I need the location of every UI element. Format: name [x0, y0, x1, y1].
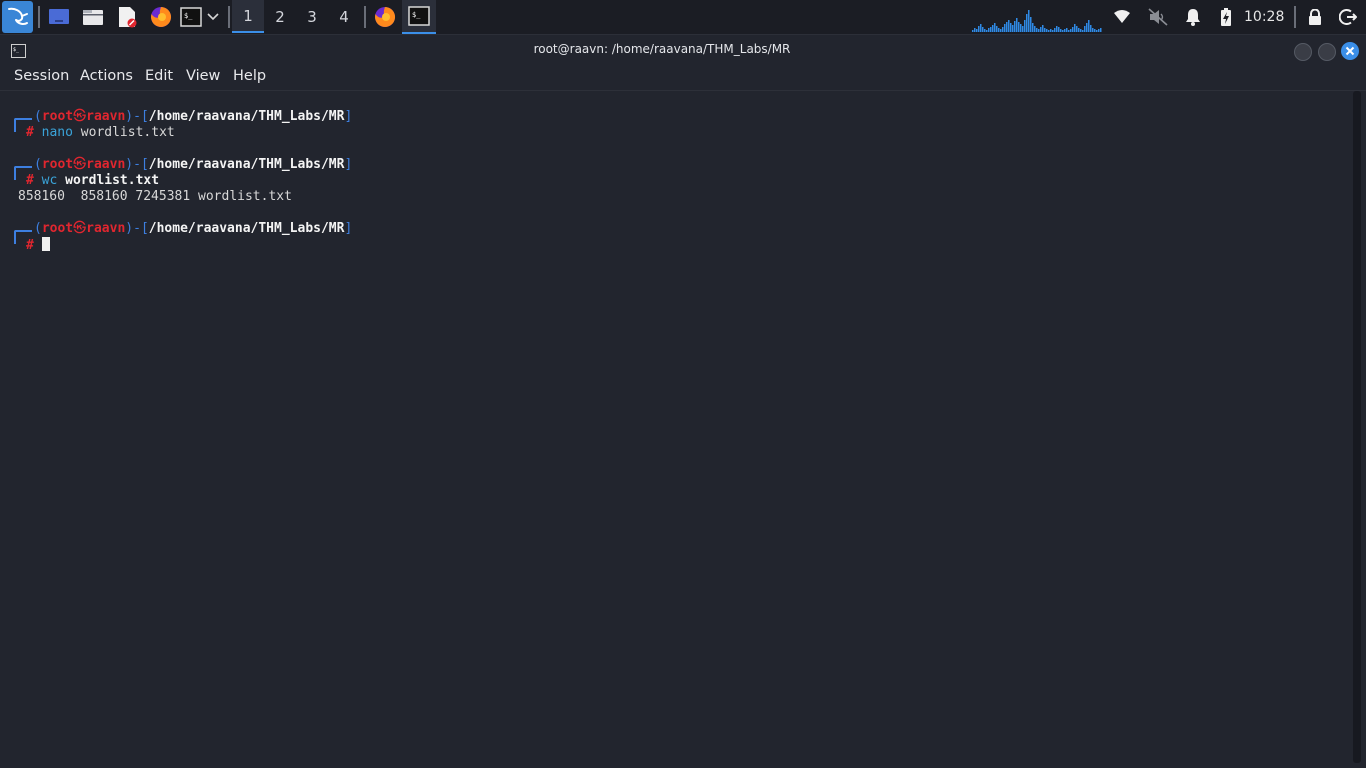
text-cursor [41, 237, 50, 251]
workspace-3[interactable]: 3 [296, 0, 328, 33]
prompt-line: (root㉿raavn)-[/home/raavana/THM_Labs/MR] [34, 157, 353, 172]
firefox-icon [375, 6, 396, 27]
svg-text:$_: $_ [184, 12, 193, 20]
prompt-line: (root㉿raavn)-[/home/raavana/THM_Labs/MR] [34, 109, 353, 124]
kali-menu-icon[interactable] [2, 1, 33, 33]
workspace-4[interactable]: 4 [328, 0, 360, 33]
clock[interactable]: 10:28 [1244, 0, 1284, 35]
battery-icon[interactable] [1216, 3, 1236, 31]
taskbar-separator [228, 6, 230, 28]
maximize-button[interactable] [1318, 43, 1336, 61]
firefox-icon[interactable] [148, 3, 174, 31]
text-editor-icon[interactable] [114, 3, 140, 31]
window-titlebar[interactable]: $_ root@raavn: /home/raavana/THM_Labs/MR [0, 36, 1366, 64]
command-line[interactable]: # [26, 237, 50, 253]
menu-actions[interactable]: Actions [80, 68, 133, 84]
cpu-usage-graph [972, 10, 1102, 32]
bell-icon[interactable] [1182, 3, 1204, 31]
terminal-icon[interactable]: $_ [178, 3, 204, 31]
terminal-scrollbar[interactable] [1353, 91, 1361, 763]
prompt-line: (root㉿raavn)-[/home/raavana/THM_Labs/MR] [34, 221, 353, 236]
taskbar-separator [1294, 6, 1296, 28]
command-line: # wc wordlist.txt [26, 173, 160, 188]
taskbar-separator [364, 6, 366, 28]
window-title: root@raavn: /home/raavana/THM_Labs/MR [533, 42, 791, 56]
chevron-down-icon[interactable] [205, 3, 221, 31]
taskbar-separator [38, 6, 40, 28]
menu-session[interactable]: Session [14, 68, 69, 84]
menu-edit[interactable]: Edit [145, 68, 173, 84]
taskbar: $_ 1 2 3 4 $_ 10:28 [0, 0, 1366, 35]
svg-text:$_: $_ [412, 11, 421, 19]
menu-help[interactable]: Help [233, 68, 266, 84]
speaker-muted-icon[interactable] [1146, 3, 1170, 31]
terminal-output-area[interactable]: (root㉿raavn)-[/home/raavana/THM_Labs/MR]… [0, 91, 1352, 768]
lock-icon[interactable] [1304, 3, 1326, 31]
wifi-icon[interactable] [1110, 3, 1134, 31]
firefox-window-button[interactable] [370, 3, 400, 31]
desktop-icon[interactable] [46, 3, 72, 31]
close-icon [1345, 46, 1355, 56]
logout-icon[interactable] [1336, 3, 1360, 31]
command-line: # nano wordlist.txt [26, 125, 175, 140]
menu-view[interactable]: View [186, 68, 220, 84]
menu-bar: Session Actions Edit View Help [0, 64, 1366, 90]
minimize-button[interactable] [1294, 43, 1312, 61]
terminal-window-button[interactable]: $_ [402, 0, 436, 34]
file-manager-icon[interactable] [80, 3, 106, 31]
workspace-2[interactable]: 2 [264, 0, 296, 33]
terminal-icon: $_ [408, 6, 430, 26]
workspace-1[interactable]: 1 [232, 0, 264, 33]
command-output: 858160 858160 7245381 wordlist.txt [18, 189, 292, 204]
close-button[interactable] [1341, 42, 1359, 60]
